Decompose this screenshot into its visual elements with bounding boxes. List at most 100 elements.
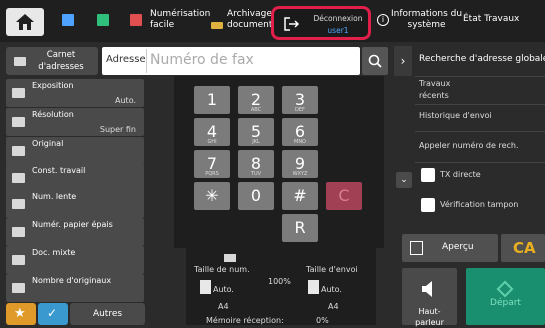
- info-icon: i: [377, 14, 389, 26]
- address-field[interactable]: Adresse Numéro de fax: [102, 47, 360, 75]
- speaker-button[interactable]: Haut- parleur: [402, 268, 457, 327]
- scan-mode-icon[interactable]: [97, 14, 109, 26]
- keypad-key[interactable]: ✳: [194, 182, 230, 210]
- key-letters: GHI: [207, 139, 217, 145]
- document-archive-label[interactable]: Archivage de document: [227, 9, 273, 31]
- direct-tx-label: TX directe: [440, 170, 481, 179]
- logout-label: Déconnexion: [313, 14, 363, 23]
- address-book-icon: [14, 57, 26, 66]
- stamp-verify-checkbox[interactable]: [421, 198, 435, 212]
- keypad-key[interactable]: 7 PQRS: [194, 150, 230, 178]
- keypad: 1 2 ABC 3 DEF 4 GHI 5 JKL 6 MNO 7 PQRS 8 TUV 9 WXYZ ✳ 0 # C R: [174, 76, 384, 248]
- setting-label: Num. lente: [32, 192, 77, 201]
- keypad-key[interactable]: 5 JKL: [238, 118, 274, 146]
- preview-label: Aperçu: [442, 242, 474, 252]
- setting-label: Exposition: [32, 81, 74, 90]
- memory-value: 0%: [316, 316, 329, 325]
- setting-value: Super fin: [99, 125, 136, 134]
- sidebar-setting-item[interactable]: Doc. mixte: [6, 246, 144, 274]
- r-key[interactable]: R: [282, 214, 318, 242]
- easy-scan-label[interactable]: Numérisation facile: [150, 9, 210, 31]
- paper-size-right: A4: [328, 302, 339, 311]
- keypad-key[interactable]: 0: [238, 182, 274, 210]
- key-letters: PQRS: [205, 171, 219, 177]
- keypad-key[interactable]: 1: [194, 86, 230, 114]
- key-digit: #: [293, 186, 307, 205]
- setting-icon: [12, 283, 25, 293]
- others-button[interactable]: Autres: [70, 303, 145, 325]
- keypad-key[interactable]: 2 ABC: [238, 86, 274, 114]
- keypad-key[interactable]: #: [282, 182, 318, 210]
- home-button[interactable]: [6, 8, 44, 36]
- keypad-key[interactable]: 4 GHI: [194, 118, 230, 146]
- setting-icon: [12, 117, 25, 127]
- key-digit: ✳: [205, 186, 219, 205]
- start-icon: [496, 280, 514, 298]
- top-bar: Numérisation facile Archivage de documen…: [0, 0, 545, 42]
- clear-key[interactable]: C: [326, 182, 362, 210]
- original-icon: [224, 254, 236, 262]
- key-letters: TUV: [250, 171, 262, 177]
- sidebar-setting-item[interactable]: Num. lente: [6, 190, 144, 218]
- recall-number-item[interactable]: Appeler numéro de rech.: [419, 141, 519, 150]
- speaker-icon: [422, 281, 432, 297]
- setting-label: Doc. mixte: [32, 248, 76, 257]
- divider: [415, 76, 545, 77]
- logout-icon: [284, 17, 300, 31]
- global-address-search[interactable]: Recherche d'adresse globale: [419, 54, 545, 64]
- preview-button[interactable]: Aperçu: [402, 234, 498, 262]
- folder-icon: [211, 22, 223, 29]
- setting-label: Original: [32, 139, 64, 148]
- recent-jobs-item[interactable]: Travaux récents: [419, 78, 450, 102]
- direct-tx-checkbox[interactable]: [421, 168, 435, 182]
- setting-label: Const. travail: [32, 166, 86, 175]
- preview-icon: [410, 241, 423, 255]
- setting-value: Auto.: [115, 96, 136, 105]
- fax-number-input[interactable]: Numéro de fax: [150, 52, 254, 68]
- sidebar-setting-item[interactable]: Numér. papier épais: [6, 218, 144, 246]
- key-letters: JKL: [252, 139, 260, 145]
- divider: [415, 131, 545, 132]
- ratio-value: 100%: [268, 277, 291, 286]
- sidebar-setting-item[interactable]: Exposition Auto.: [6, 79, 144, 107]
- easy-scan-icon[interactable]: [130, 14, 142, 26]
- star-icon: ★: [14, 306, 26, 321]
- logout-button[interactable]: Déconnexion user1: [271, 6, 371, 40]
- clear-all-button[interactable]: CA: [501, 234, 545, 262]
- keypad-key[interactable]: 3 DEF: [282, 86, 318, 114]
- send-size-label: Taille d'envoi: [306, 265, 358, 274]
- setting-icon: [12, 173, 25, 183]
- setting-icon: [12, 255, 25, 265]
- clear-all-label: CA: [513, 239, 536, 257]
- job-status-button[interactable]: État Travaux: [463, 14, 519, 24]
- system-info-button[interactable]: Informations du système: [391, 9, 462, 31]
- setting-label: Nombre d'originaux: [32, 276, 112, 285]
- send-history-item[interactable]: Historique d'envoi: [419, 111, 492, 120]
- keypad-key[interactable]: 8 TUV: [238, 150, 274, 178]
- favorite-button[interactable]: ★: [6, 303, 36, 325]
- sidebar-setting-item[interactable]: Résolution Super fin: [6, 108, 144, 136]
- paper-size-left: A4: [218, 302, 229, 311]
- scan-size-label: Taille de num.: [194, 265, 250, 274]
- address-book-button[interactable]: Carnet d'adresses: [6, 47, 98, 75]
- scroll-down-chevron-icon[interactable]: ⌄: [396, 172, 412, 188]
- start-label: Départ: [490, 298, 521, 308]
- keypad-key[interactable]: 9 WXYZ: [282, 150, 318, 178]
- key-letters: ABC: [250, 107, 262, 113]
- sidebar-setting-item[interactable]: Const. travail: [6, 164, 144, 192]
- start-button[interactable]: Départ: [466, 268, 545, 325]
- check-button[interactable]: ✓: [38, 303, 68, 325]
- panel-expand-chevron-icon[interactable]: ›: [394, 46, 412, 76]
- logged-user: user1: [327, 26, 349, 35]
- search-button[interactable]: [362, 47, 388, 75]
- setting-icon: [12, 199, 25, 209]
- key-digit: 1: [206, 90, 218, 109]
- scan-size-value: Auto.: [213, 285, 234, 294]
- sidebar-setting-item[interactable]: Original: [6, 137, 144, 165]
- sidebar-setting-item[interactable]: Nombre d'originaux: [6, 274, 144, 302]
- keypad-key[interactable]: 6 MNO: [282, 118, 318, 146]
- fax-mode-icon[interactable]: [62, 14, 74, 26]
- paper-icon: [308, 280, 319, 294]
- key-letters: MNO: [294, 139, 306, 145]
- scan-info-panel: Taille de num. Taille d'envoi 100% Auto.…: [186, 248, 376, 325]
